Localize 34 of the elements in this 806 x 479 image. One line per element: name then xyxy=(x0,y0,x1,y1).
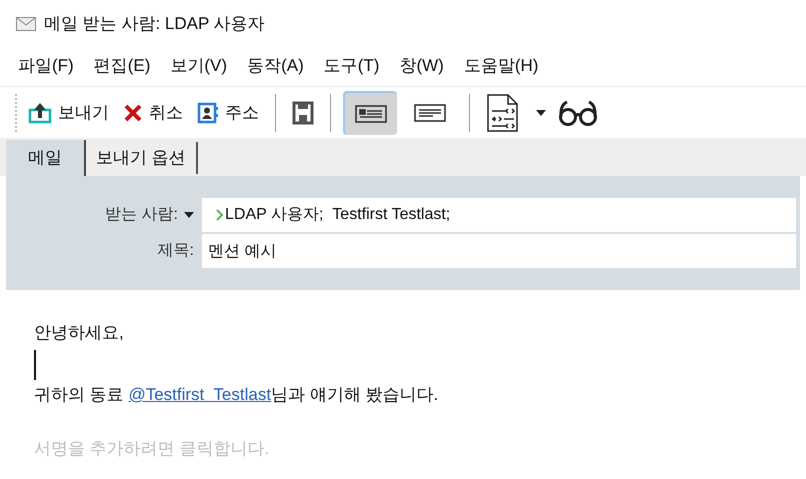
address-button[interactable]: 주소 xyxy=(193,96,263,130)
chevron-icon xyxy=(216,209,223,221)
view-toggle[interactable] xyxy=(343,90,397,134)
greeting-text: 안녕하세요, xyxy=(34,322,125,344)
caret-icon[interactable] xyxy=(184,212,194,218)
menu-item[interactable]: 도구(T) xyxy=(324,53,380,79)
document-icon xyxy=(486,92,520,132)
menu-item[interactable]: 편집(E) xyxy=(94,53,150,79)
window-title: 메일 받는 사람: LDAP 사용자 xyxy=(44,13,265,36)
body-paragraph: 귀하의 동료 @Testfirst Testlast님과 얘기해 봤습니다. xyxy=(34,384,440,406)
close-icon xyxy=(123,102,143,122)
subject-field[interactable]: 멘션 예시 xyxy=(202,234,796,268)
text-cursor xyxy=(34,350,36,380)
caret-icon xyxy=(536,110,546,116)
tab[interactable]: 메일 xyxy=(6,140,86,176)
send-button[interactable]: 보내기 xyxy=(24,96,113,130)
envelope-icon xyxy=(16,17,36,31)
menu-item[interactable]: 보기(V) xyxy=(170,53,228,79)
menu-item[interactable]: 동작(A) xyxy=(247,53,304,79)
text-lines-icon xyxy=(413,102,447,124)
grip-handle[interactable] xyxy=(14,92,18,132)
menu-item[interactable]: 파일(F) xyxy=(18,53,74,79)
cancel-button[interactable]: 취소 xyxy=(119,96,187,130)
glasses-icon xyxy=(558,98,598,126)
subject-label: 제목: xyxy=(158,241,194,261)
contact-card-icon xyxy=(197,102,219,124)
to-label: 받는 사람: xyxy=(105,205,178,225)
menu-item[interactable]: 창(W) xyxy=(399,53,444,79)
card-view-icon xyxy=(354,102,388,124)
menu-item[interactable]: 도움말(H) xyxy=(464,53,538,79)
save-icon xyxy=(292,100,314,124)
outbox-icon xyxy=(28,102,52,124)
to-field[interactable]: LDAP 사용자; Testfirst Testlast; xyxy=(202,198,796,232)
mention-link[interactable]: @Testfirst Testlast xyxy=(128,385,272,404)
